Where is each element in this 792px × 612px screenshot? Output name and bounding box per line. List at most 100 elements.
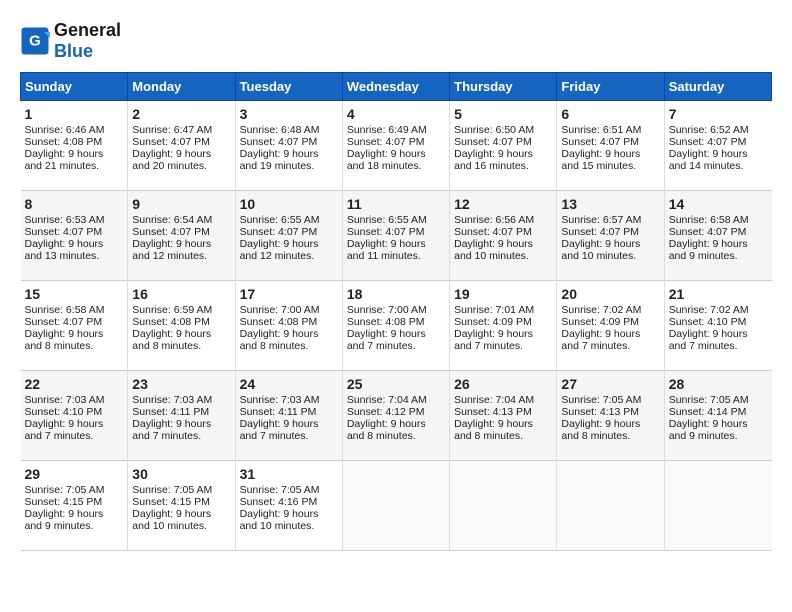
daylight: Daylight: 9 hours and 18 minutes. xyxy=(347,148,426,172)
sunset: Sunset: 4:10 PM xyxy=(669,316,747,328)
daylight: Daylight: 9 hours and 8 minutes. xyxy=(454,418,533,442)
day-number: 22 xyxy=(25,376,124,392)
sunset: Sunset: 4:07 PM xyxy=(561,136,639,148)
sunrise: Sunrise: 6:53 AM xyxy=(25,214,105,226)
sunset: Sunset: 4:07 PM xyxy=(454,136,532,148)
daylight: Daylight: 9 hours and 8 minutes. xyxy=(132,328,211,352)
sunrise: Sunrise: 7:01 AM xyxy=(454,304,534,316)
day-number: 12 xyxy=(454,196,552,212)
daylight: Daylight: 9 hours and 9 minutes. xyxy=(669,418,748,442)
sunset: Sunset: 4:10 PM xyxy=(25,406,103,418)
calendar-cell: 25Sunrise: 7:04 AMSunset: 4:12 PMDayligh… xyxy=(342,371,449,461)
calendar-cell: 14Sunrise: 6:58 AMSunset: 4:07 PMDayligh… xyxy=(664,191,771,281)
day-number: 16 xyxy=(132,286,230,302)
calendar-cell: 30Sunrise: 7:05 AMSunset: 4:15 PMDayligh… xyxy=(128,461,235,551)
calendar-cell xyxy=(342,461,449,551)
sunset: Sunset: 4:09 PM xyxy=(454,316,532,328)
day-number: 14 xyxy=(669,196,768,212)
calendar-cell: 26 Sunrise: 7:04 AMSunset: 4:13 PMDayligh… xyxy=(450,371,557,461)
daylight: Daylight: 9 hours and 7 minutes. xyxy=(561,328,640,352)
sunset: Sunset: 4:07 PM xyxy=(132,226,210,238)
sunset: Sunset: 4:07 PM xyxy=(240,226,318,238)
day-number: 4 xyxy=(347,106,445,122)
sunrise: Sunrise: 6:57 AM xyxy=(561,214,641,226)
sunrise: Sunrise: 7:05 AM xyxy=(132,484,212,496)
day-number: 27 xyxy=(561,376,659,392)
sunset: Sunset: 4:07 PM xyxy=(669,226,747,238)
day-header-sunday: Sunday xyxy=(21,73,128,101)
day-header-tuesday: Tuesday xyxy=(235,73,342,101)
sunset: Sunset: 4:11 PM xyxy=(240,406,317,418)
sunrise: Sunrise: 7:05 AM xyxy=(25,484,105,496)
calendar-table: SundayMondayTuesdayWednesdayThursdayFrid… xyxy=(20,72,772,551)
sunset: Sunset: 4:12 PM xyxy=(347,406,425,418)
sunrise: Sunrise: 7:04 AM xyxy=(347,394,427,406)
daylight: Daylight: 9 hours and 14 minutes. xyxy=(669,148,748,172)
page-header: G General Blue xyxy=(20,20,772,62)
daylight: Daylight: 9 hours and 16 minutes. xyxy=(454,148,533,172)
daylight: Daylight: 9 hours and 11 minutes. xyxy=(347,238,426,262)
day-number: 18 xyxy=(347,286,445,302)
sunrise: Sunrise: 7:05 AM xyxy=(669,394,749,406)
sunrise: Sunrise: 7:05 AM xyxy=(561,394,641,406)
sunrise: Sunrise: 7:04 AM xyxy=(454,394,534,406)
sunset: Sunset: 4:07 PM xyxy=(25,316,103,328)
day-number: 6 xyxy=(561,106,659,122)
calendar-cell: 9Sunrise: 6:54 AMSunset: 4:07 PMDaylight… xyxy=(128,191,235,281)
sunrise: Sunrise: 6:58 AM xyxy=(25,304,105,316)
sunset: Sunset: 4:13 PM xyxy=(454,406,532,418)
calendar-cell: 10Sunrise: 6:55 AMSunset: 4:07 PMDayligh… xyxy=(235,191,342,281)
sunrise: Sunrise: 6:51 AM xyxy=(561,124,641,136)
calendar-cell: 19Sunrise: 7:01 AMSunset: 4:09 PMDayligh… xyxy=(450,281,557,371)
calendar-cell: 4Sunrise: 6:49 AMSunset: 4:07 PMDaylight… xyxy=(342,101,449,191)
daylight: Daylight: 9 hours and 10 minutes. xyxy=(240,508,319,532)
calendar-cell: 20Sunrise: 7:02 AMSunset: 4:09 PMDayligh… xyxy=(557,281,664,371)
day-number: 8 xyxy=(25,196,124,212)
calendar-cell: 22Sunrise: 7:03 AMSunset: 4:10 PMDayligh… xyxy=(21,371,128,461)
calendar-cell: 28Sunrise: 7:05 AMSunset: 4:14 PMDayligh… xyxy=(664,371,771,461)
daylight: Daylight: 9 hours and 8 minutes. xyxy=(561,418,640,442)
day-number: 26 xyxy=(454,376,552,392)
sunrise: Sunrise: 6:58 AM xyxy=(669,214,749,226)
daylight: Daylight: 9 hours and 8 minutes. xyxy=(25,328,104,352)
daylight: Daylight: 9 hours and 12 minutes. xyxy=(240,238,319,262)
daylight: Daylight: 9 hours and 7 minutes. xyxy=(669,328,748,352)
day-number: 13 xyxy=(561,196,659,212)
calendar-cell: 31Sunrise: 7:05 AMSunset: 4:16 PMDayligh… xyxy=(235,461,342,551)
calendar-cell: 11Sunrise: 6:55 AMSunset: 4:07 PMDayligh… xyxy=(342,191,449,281)
day-number: 17 xyxy=(240,286,338,302)
sunset: Sunset: 4:07 PM xyxy=(561,226,639,238)
day-header-thursday: Thursday xyxy=(450,73,557,101)
calendar-cell: 18Sunrise: 7:00 AMSunset: 4:08 PMDayligh… xyxy=(342,281,449,371)
svg-text:G: G xyxy=(29,33,41,50)
sunrise: Sunrise: 7:00 AM xyxy=(347,304,427,316)
calendar-cell: 2Sunrise: 6:47 AMSunset: 4:07 PMDaylight… xyxy=(128,101,235,191)
day-number: 21 xyxy=(669,286,768,302)
sunrise: Sunrise: 6:52 AM xyxy=(669,124,749,136)
daylight: Daylight: 9 hours and 15 minutes. xyxy=(561,148,640,172)
day-header-wednesday: Wednesday xyxy=(342,73,449,101)
sunrise: Sunrise: 7:02 AM xyxy=(561,304,641,316)
sunrise: Sunrise: 7:03 AM xyxy=(240,394,320,406)
day-number: 20 xyxy=(561,286,659,302)
day-number: 15 xyxy=(25,286,124,302)
sunset: Sunset: 4:11 PM xyxy=(132,406,209,418)
day-number: 7 xyxy=(669,106,768,122)
calendar-cell: 1Sunrise: 6:46 AMSunset: 4:08 PMDaylight… xyxy=(21,101,128,191)
calendar-cell xyxy=(450,461,557,551)
calendar-cell: 23Sunrise: 7:03 AMSunset: 4:11 PMDayligh… xyxy=(128,371,235,461)
calendar-cell: 6 Sunrise: 6:51 AMSunset: 4:07 PMDaylight… xyxy=(557,101,664,191)
calendar-cell: 24Sunrise: 7:03 AMSunset: 4:11 PMDayligh… xyxy=(235,371,342,461)
sunset: Sunset: 4:07 PM xyxy=(347,136,425,148)
daylight: Daylight: 9 hours and 10 minutes. xyxy=(132,508,211,532)
daylight: Daylight: 9 hours and 12 minutes. xyxy=(132,238,211,262)
sunrise: Sunrise: 6:59 AM xyxy=(132,304,212,316)
calendar-cell: 16Sunrise: 6:59 AMSunset: 4:08 PMDayligh… xyxy=(128,281,235,371)
calendar-cell: 15 Sunrise: 6:58 AMSunset: 4:07 PMDayligh… xyxy=(21,281,128,371)
daylight: Daylight: 9 hours and 10 minutes. xyxy=(561,238,640,262)
calendar-cell: 21Sunrise: 7:02 AMSunset: 4:10 PMDayligh… xyxy=(664,281,771,371)
sunrise: Sunrise: 6:48 AM xyxy=(240,124,320,136)
sunrise: Sunrise: 7:00 AM xyxy=(240,304,320,316)
daylight: Daylight: 9 hours and 7 minutes. xyxy=(25,418,104,442)
sunrise: Sunrise: 6:54 AM xyxy=(132,214,212,226)
